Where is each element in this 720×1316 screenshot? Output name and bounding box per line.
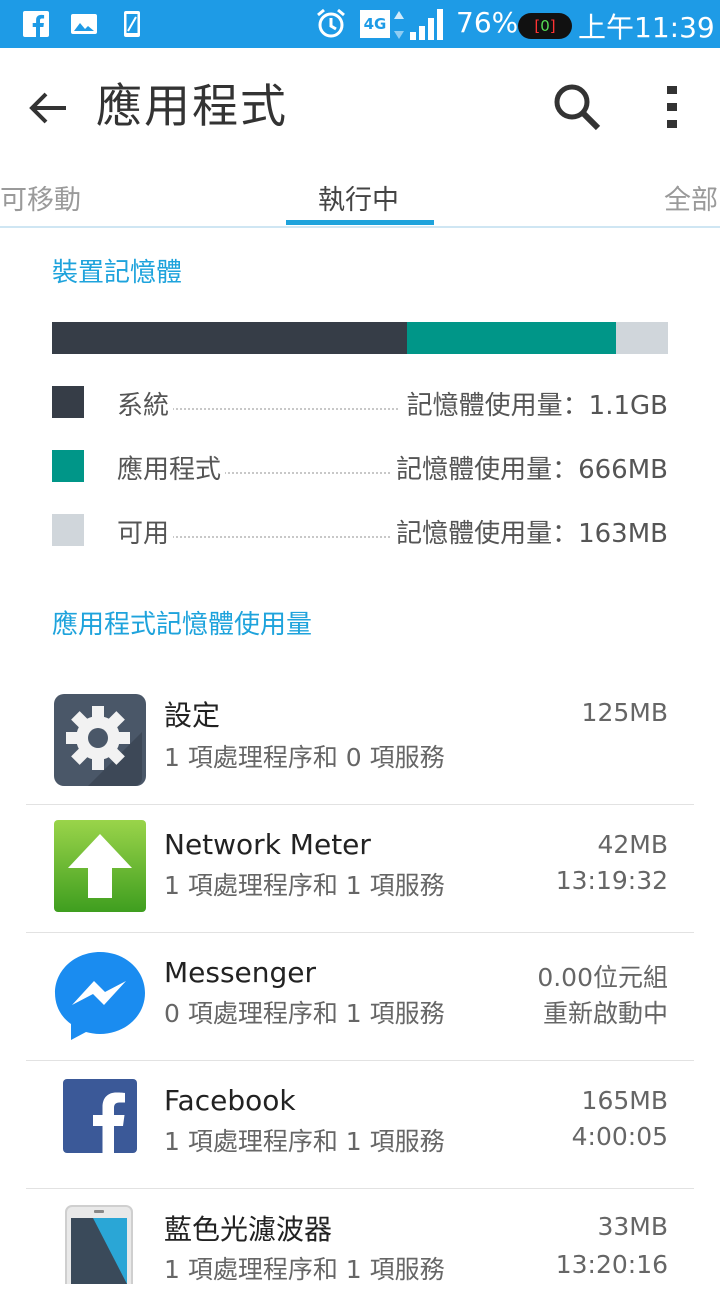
- legend-row-apps: 應用程式 記憶體使用量：666MB: [52, 448, 668, 488]
- app-bar: 應用程式: [0, 48, 720, 160]
- settings-gear-icon: [54, 694, 146, 786]
- memory-bar-system: [52, 322, 407, 354]
- memory-bar-free: [616, 322, 668, 354]
- facebook-notification-icon: [23, 11, 49, 37]
- phone-icon: [124, 11, 140, 37]
- app-row-network-meter[interactable]: Network Meter 1 項處理程序和 1 項服務 42MB 13:19:…: [26, 804, 694, 933]
- legend-value: 記憶體使用量：1.1GB: [402, 385, 668, 422]
- legend-label: 系統: [117, 385, 174, 422]
- app-process-summary: 1 項處理程序和 1 項服務: [164, 871, 445, 900]
- app-memory-size: 165MB: [581, 1086, 668, 1115]
- blue-light-filter-icon: [65, 1205, 133, 1284]
- search-icon[interactable]: [552, 82, 602, 132]
- legend-label: 可用: [117, 513, 174, 550]
- app-name: Facebook: [164, 1084, 296, 1117]
- back-arrow-icon[interactable]: [26, 86, 70, 130]
- app-memory-size: 33MB: [597, 1212, 668, 1241]
- app-name: 藍色光濾波器: [164, 1213, 333, 1246]
- app-row-facebook[interactable]: Facebook 1 項處理程序和 1 項服務 165MB 4:00:05: [26, 1060, 694, 1189]
- app-name: 設定: [164, 699, 221, 732]
- legend-value: 記憶體使用量：666MB: [392, 449, 668, 486]
- app-name: Messenger: [164, 956, 317, 989]
- more-options-icon[interactable]: [655, 82, 689, 132]
- app-memory-size: 0.00位元組: [537, 963, 668, 992]
- app-process-summary: 1 項處理程序和 1 項服務: [164, 1255, 445, 1284]
- app-process-summary: 1 項處理程序和 0 項服務: [164, 743, 445, 772]
- memory-bar-apps: [407, 322, 616, 354]
- app-memory-size: 42MB: [597, 830, 668, 859]
- app-row-messenger[interactable]: Messenger 0 項處理程序和 1 項服務 0.00位元組 重新啟動中: [26, 932, 694, 1061]
- data-arrows-icon: [394, 11, 404, 39]
- legend-label: 應用程式: [117, 449, 226, 486]
- page-title: 應用程式: [96, 79, 288, 133]
- app-row-settings[interactable]: 設定 1 項處理程序和 0 項服務 125MB: [26, 676, 694, 805]
- memory-usage-bar: [52, 322, 668, 354]
- signal-icon: [410, 9, 443, 40]
- app-row-blue-light-filter[interactable]: 藍色光濾波器 1 項處理程序和 1 項服務 33MB 13:20:16: [26, 1188, 694, 1316]
- tab-running[interactable]: 執行中: [318, 178, 399, 217]
- system-swatch: [52, 386, 84, 418]
- legend-value: 記憶體使用量：163MB: [392, 513, 668, 550]
- dotted-leader: [172, 536, 398, 538]
- messenger-icon: [55, 952, 145, 1040]
- network-meter-icon: [54, 820, 146, 912]
- app-run-time: 13:20:16: [555, 1250, 668, 1279]
- legend-row-free: 可用 記憶體使用量：163MB: [52, 512, 668, 552]
- gallery-icon: [71, 14, 97, 34]
- status-bar: 4G 76% [0] 上午11:39: [0, 0, 720, 48]
- app-process-summary: 1 項處理程序和 1 項服務: [164, 1127, 445, 1156]
- app-name: Network Meter: [164, 828, 371, 861]
- app-memory-heading: 應用程式記憶體使用量: [52, 610, 313, 640]
- apps-swatch: [52, 450, 84, 482]
- app-run-time: 13:19:32: [555, 866, 668, 895]
- app-process-summary: 0 項處理程序和 1 項服務: [164, 999, 445, 1028]
- tab-bar: 可移動 執行中 全部: [0, 160, 720, 228]
- battery-percent: 76%: [456, 6, 519, 39]
- 4g-icon: 4G: [360, 10, 390, 38]
- facebook-icon: [63, 1079, 137, 1154]
- tab-all[interactable]: 全部: [664, 178, 718, 217]
- app-run-time: 4:00:05: [571, 1122, 668, 1151]
- legend-row-system: 系統 記憶體使用量：1.1GB: [52, 384, 668, 424]
- dotted-leader: [172, 408, 398, 410]
- alarm-icon: [317, 8, 345, 38]
- app-restart-status: 重新啟動中: [542, 999, 668, 1028]
- app-memory-size: 125MB: [581, 698, 668, 727]
- active-tab-indicator: [286, 220, 434, 225]
- free-swatch: [52, 514, 84, 546]
- device-memory-heading: 裝置記憶體: [52, 258, 183, 288]
- battery-toggle: [0]: [518, 13, 572, 39]
- tab-movable[interactable]: 可移動: [0, 178, 81, 217]
- clock: 上午11:39: [578, 11, 715, 44]
